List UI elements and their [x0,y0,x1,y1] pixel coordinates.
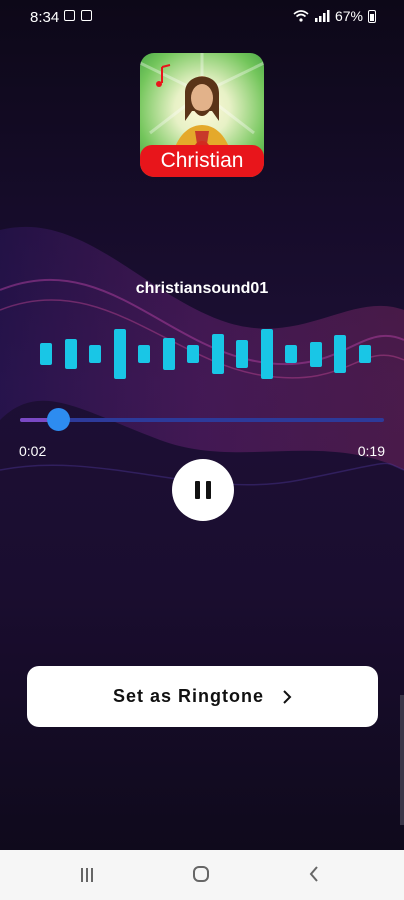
notification-icons [64,10,92,21]
set-as-ringtone-button[interactable]: Set as Ringtone [27,666,378,727]
battery-percent: 67% [334,8,363,24]
waveform-bar [236,340,248,368]
chevron-right-icon [283,689,292,704]
waveform-bar [309,341,322,367]
recent-apps-icon[interactable] [81,868,93,882]
waveform-bar [113,329,126,379]
home-icon[interactable] [193,866,209,882]
pause-icon [206,481,211,499]
total-time: 0:19 [357,443,385,459]
current-time: 0:02 [19,443,47,459]
set-as-ringtone-label: Set as Ringtone [112,686,265,706]
waveform-bar [64,339,77,369]
waveform-bar [211,334,224,374]
waveform-bar [187,345,199,363]
app-screen: 8:34 67% Christian christiansound01 0:02… [0,0,404,850]
status-time: 8:34 [30,9,60,26]
waveform-bar [334,335,346,373]
status-right: 67% [293,8,376,24]
waveform-bar [260,329,273,379]
pause-button[interactable] [172,459,234,521]
progress-slider[interactable] [20,408,384,431]
signal-icon [314,10,330,22]
waveform-bar [162,337,175,371]
pause-icon [195,481,200,499]
battery-icon [368,9,376,23]
waveform-bar [358,345,371,363]
logo-label: Christian [140,145,264,177]
wifi-icon [293,10,309,22]
app-logo: Christian [140,53,264,177]
waveform-bar [285,345,297,363]
waveform-bar [138,345,150,363]
back-icon[interactable] [308,864,320,884]
waveform-bar [40,342,52,366]
navigation-bar [0,850,404,900]
track-title: christiansound01 [135,280,269,297]
notification-icon [81,10,92,21]
notification-icon [64,10,75,21]
status-bar: 8:34 67% [0,0,404,34]
scrollbar[interactable] [400,695,404,825]
waveform-bar [89,345,101,363]
waveform-visualizer [0,320,404,390]
